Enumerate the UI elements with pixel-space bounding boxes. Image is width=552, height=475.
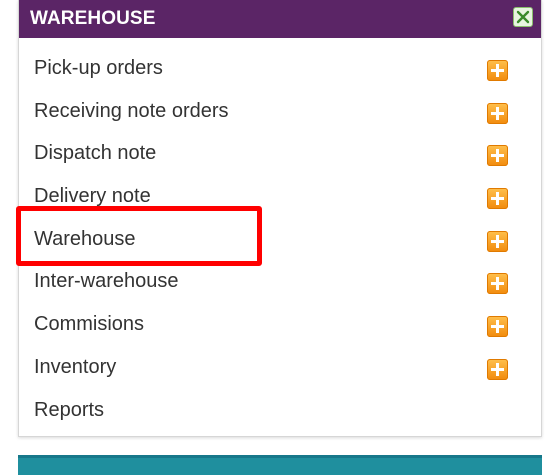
panel-header: WAREHOUSE xyxy=(19,0,541,38)
add-icon[interactable] xyxy=(487,145,508,167)
menu-item-inventory[interactable]: Inventory xyxy=(19,348,541,391)
menu-item-pick-up-orders[interactable]: Pick-up orders xyxy=(19,49,541,92)
menu-item-warehouse[interactable]: Warehouse xyxy=(19,220,541,263)
menu-item-label[interactable]: Commisions xyxy=(34,313,144,336)
menu-item-label[interactable]: Warehouse xyxy=(34,228,136,251)
menu-item-inter-warehouse[interactable]: Inter-warehouse xyxy=(19,262,541,305)
add-icon[interactable] xyxy=(487,316,508,338)
menu-item-receiving-note-orders[interactable]: Receiving note orders xyxy=(19,92,541,135)
menu-item-commisions[interactable]: Commisions xyxy=(19,305,541,348)
panel-title: WAREHOUSE xyxy=(30,8,156,29)
menu-item-label[interactable]: Delivery note xyxy=(34,185,151,208)
close-button[interactable] xyxy=(513,7,533,27)
next-panel-header xyxy=(18,455,542,475)
close-icon xyxy=(516,10,530,24)
menu-item-label[interactable]: Inter-warehouse xyxy=(34,270,179,293)
menu-item-label[interactable]: Dispatch note xyxy=(34,142,156,165)
menu-item-label[interactable]: Reports xyxy=(34,399,104,422)
warehouse-menu: Pick-up orders Receiving note orders Dis… xyxy=(19,49,541,433)
add-icon[interactable] xyxy=(487,60,508,81)
menu-item-label[interactable]: Inventory xyxy=(34,356,116,379)
menu-item-delivery-note[interactable]: Delivery note xyxy=(19,177,541,220)
menu-item-label[interactable]: Pick-up orders xyxy=(34,57,163,80)
add-icon[interactable] xyxy=(487,102,508,124)
add-icon[interactable] xyxy=(487,273,508,295)
add-icon[interactable] xyxy=(487,188,508,210)
menu-item-reports[interactable]: Reports xyxy=(19,391,541,434)
add-icon[interactable] xyxy=(487,230,508,252)
warehouse-panel: WAREHOUSE Pick-up orders Receiving note … xyxy=(18,0,542,437)
menu-item-dispatch-note[interactable]: Dispatch note xyxy=(19,134,541,177)
menu-item-label[interactable]: Receiving note orders xyxy=(34,100,229,123)
add-icon[interactable] xyxy=(487,358,508,380)
